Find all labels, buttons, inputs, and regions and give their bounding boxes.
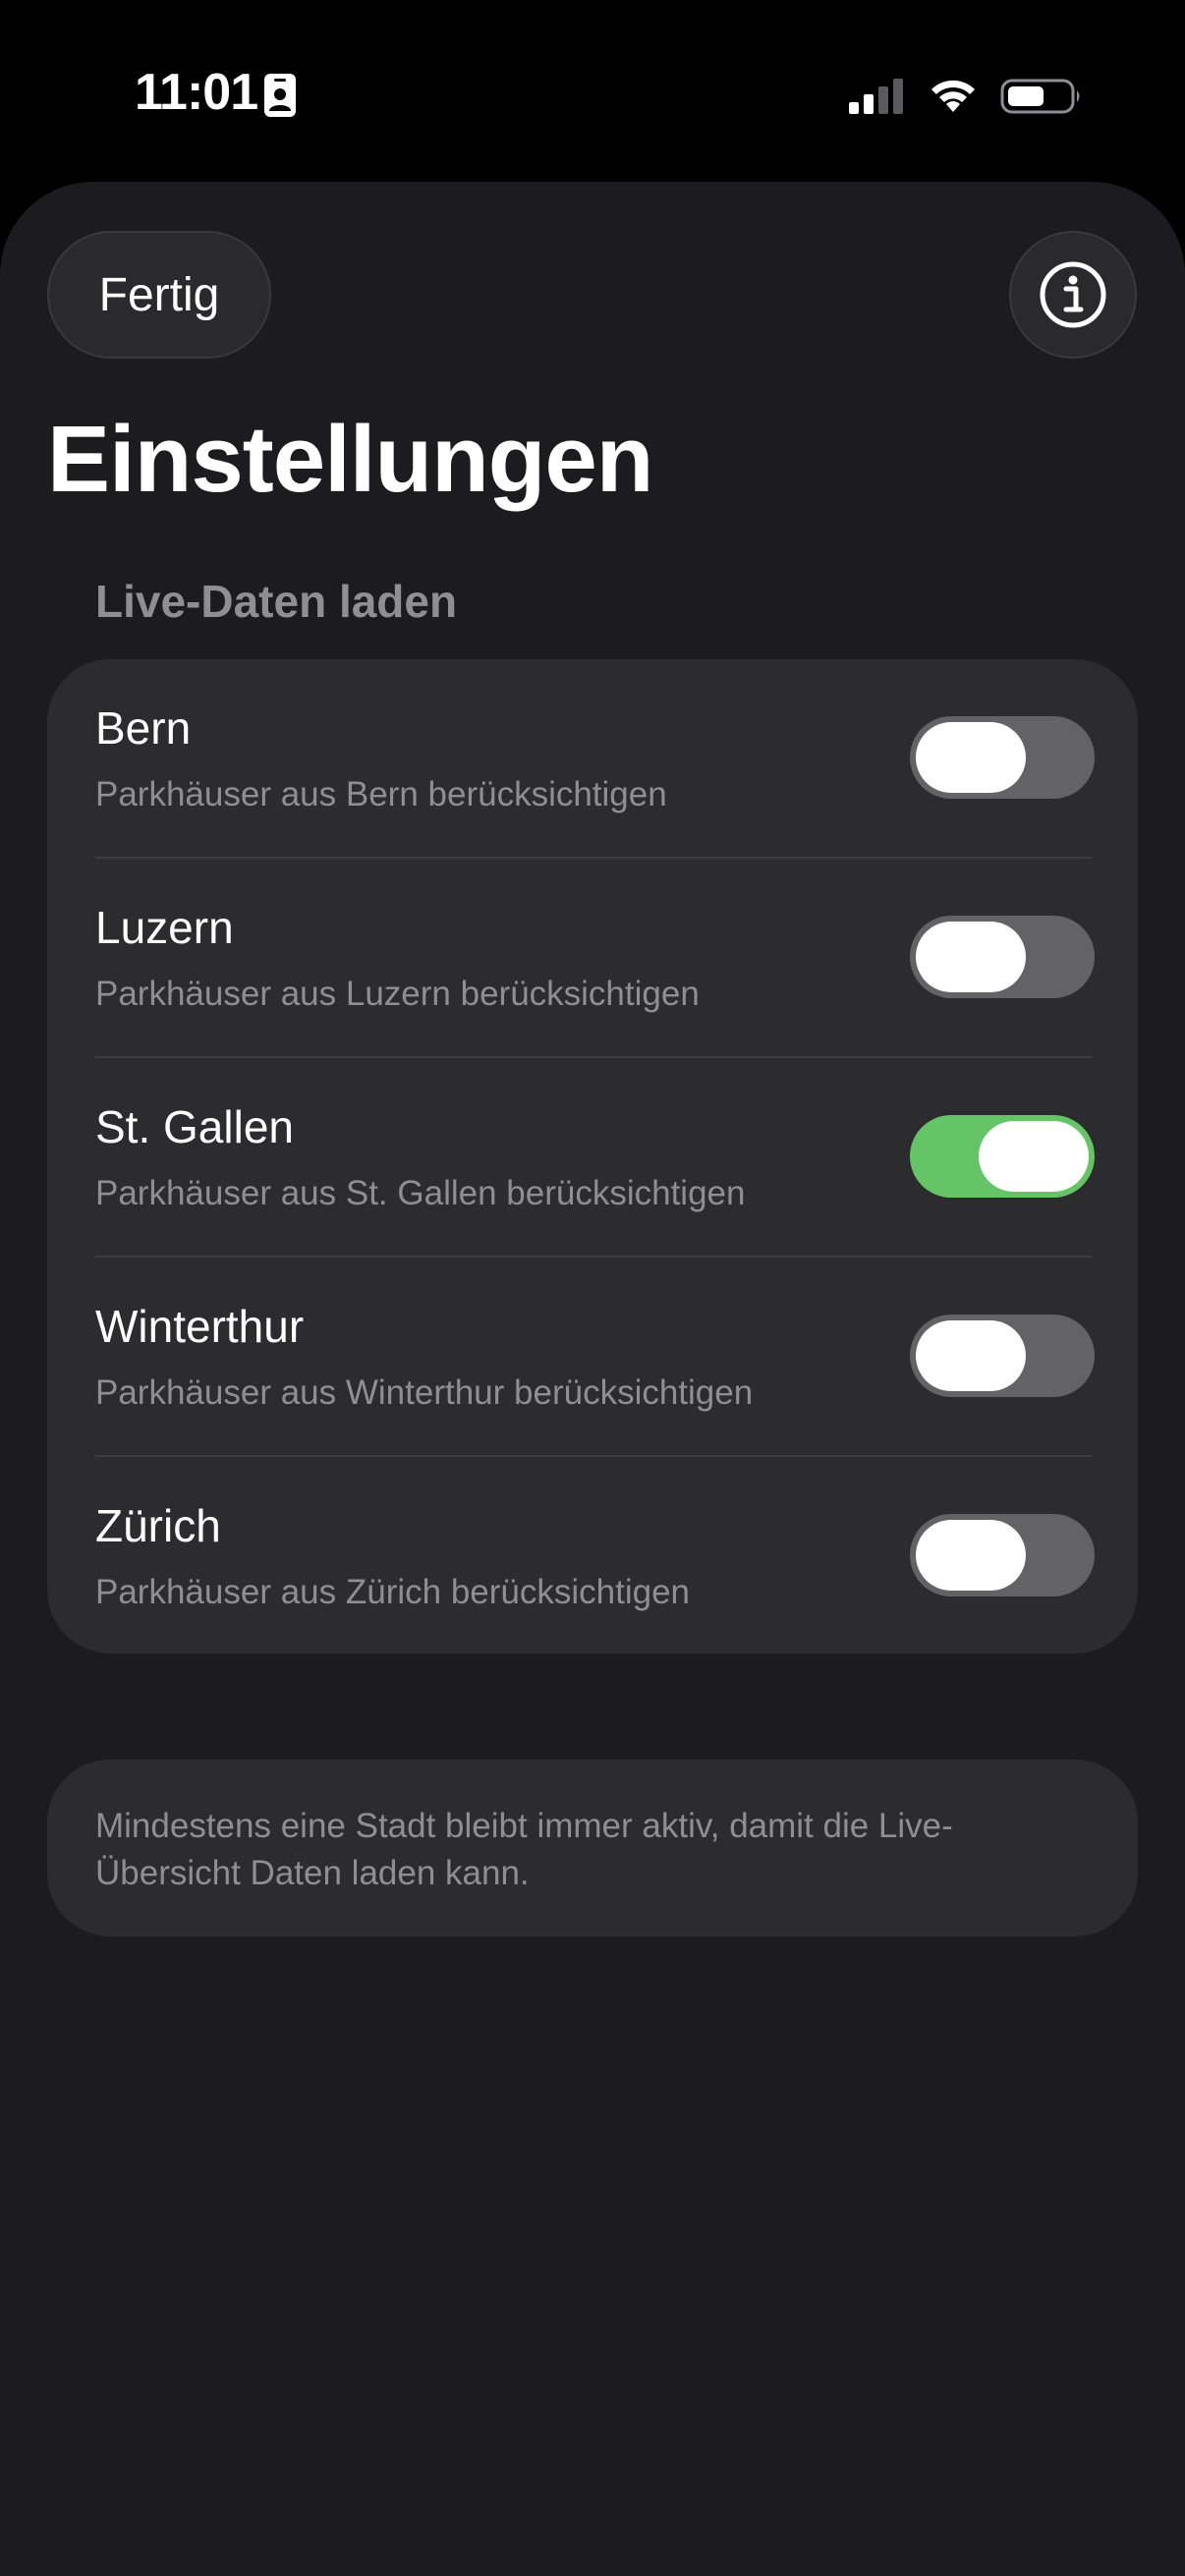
info-icon <box>1040 261 1106 328</box>
bern-toggle[interactable] <box>910 716 1095 799</box>
toggle-knob <box>916 922 1026 992</box>
city-subtitle: Parkhäuser aus Zürich berücksichtigen <box>95 1573 691 1611</box>
city-title: Zürich <box>95 1500 221 1551</box>
winterthur-toggle[interactable] <box>910 1315 1095 1397</box>
done-button[interactable]: Fertig <box>47 231 271 359</box>
toggle-knob <box>916 722 1026 793</box>
city-title: St. Gallen <box>95 1101 294 1152</box>
city-row-zuerich: Zürich Parkhäuser aus Zürich berücksicht… <box>47 1457 1138 1653</box>
city-row-st-gallen: St. Gallen Parkhäuser aus St. Gallen ber… <box>47 1058 1138 1258</box>
status-time: 11:01 <box>135 64 258 121</box>
luzern-toggle[interactable] <box>910 916 1095 998</box>
contact-card-icon <box>264 74 296 117</box>
zuerich-toggle[interactable] <box>910 1514 1095 1596</box>
st-gallen-toggle[interactable] <box>910 1115 1095 1198</box>
toggle-knob <box>916 1320 1026 1391</box>
toggle-knob <box>916 1520 1026 1591</box>
info-button[interactable] <box>1009 231 1137 359</box>
city-subtitle: Parkhäuser aus Bern berücksichtigen <box>95 775 667 813</box>
cellular-signal-icon <box>849 79 903 114</box>
toggle-knob <box>979 1121 1089 1192</box>
section-header: Live-Daten laden <box>95 576 458 627</box>
city-row-winterthur: Winterthur Parkhäuser aus Winterthur ber… <box>47 1258 1138 1457</box>
city-row-luzern: Luzern Parkhäuser aus Luzern berücksicht… <box>47 859 1138 1058</box>
city-title: Winterthur <box>95 1301 305 1352</box>
page-title: Einstellungen <box>47 407 653 512</box>
battery-icon <box>1000 79 1080 114</box>
city-row-bern: Bern Parkhäuser aus Bern berücksichtigen <box>47 659 1138 859</box>
city-subtitle: Parkhäuser aus St. Gallen berücksichtige… <box>95 1174 746 1212</box>
wifi-icon <box>931 80 975 112</box>
city-title: Luzern <box>95 902 234 953</box>
city-toggle-group: Bern Parkhäuser aus Bern berücksichtigen… <box>47 659 1138 1653</box>
city-subtitle: Parkhäuser aus Luzern berücksichtigen <box>95 975 700 1013</box>
footnote-box: Mindestens eine Stadt bleibt immer aktiv… <box>47 1760 1138 1936</box>
city-title: Bern <box>95 702 192 754</box>
footnote-text: Mindestens eine Stadt bleibt immer aktiv… <box>95 1807 953 1892</box>
status-bar: 11:01 <box>0 0 1185 182</box>
city-subtitle: Parkhäuser aus Winterthur berücksichtige… <box>95 1373 754 1412</box>
settings-sheet: Fertig Einstellungen Live-Daten laden Be… <box>0 182 1185 2576</box>
